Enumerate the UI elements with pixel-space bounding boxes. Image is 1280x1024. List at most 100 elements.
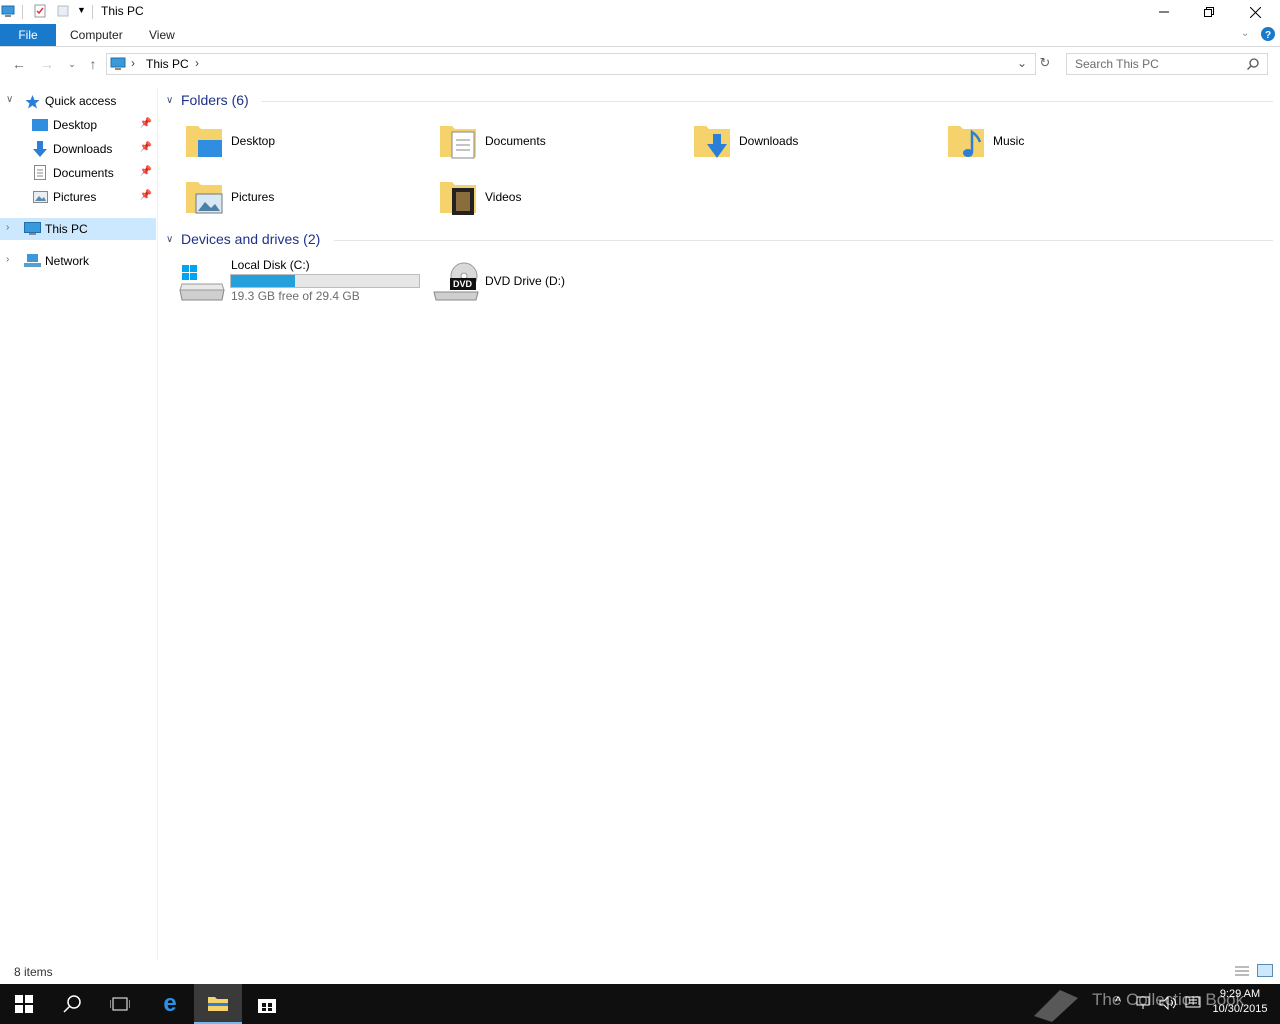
sidebar-item-this-pc[interactable]: › This PC	[0, 218, 156, 240]
svg-text:?: ?	[1265, 30, 1271, 41]
drive-free-space: 19.3 GB free of 29.4 GB	[231, 289, 360, 303]
folder-tile-desktop[interactable]: Desktop	[182, 118, 422, 166]
close-button[interactable]	[1232, 0, 1278, 24]
windows-logo-icon	[15, 995, 33, 1013]
hard-drive-icon	[179, 265, 225, 301]
details-view-icon[interactable]	[1234, 965, 1250, 977]
tab-view[interactable]: View	[149, 24, 175, 46]
customize-qat-icon[interactable]: ▼	[77, 5, 86, 15]
title-bar: ▼ This PC	[0, 0, 1280, 24]
breadcrumb-this-pc[interactable]: This PC	[146, 57, 189, 71]
new-folder-icon[interactable]	[56, 4, 70, 18]
show-hidden-icons-icon[interactable]: ^	[1115, 994, 1121, 1009]
folders-group-header[interactable]: Folders (6)	[181, 92, 249, 108]
download-arrow-icon	[33, 141, 47, 157]
refresh-button[interactable]: ↻	[1036, 55, 1054, 73]
clock[interactable]: 9:29 AM 10/30/2015	[1206, 987, 1274, 1017]
action-center-icon[interactable]	[1185, 996, 1201, 1010]
folder-tile-downloads[interactable]: Downloads	[690, 118, 930, 166]
edge-button[interactable]: e	[146, 984, 194, 1024]
collapsed-chevron-icon[interactable]: ›	[6, 254, 9, 265]
pin-icon: 📌	[139, 166, 152, 177]
dvd-badge: DVD	[453, 279, 473, 289]
search-button[interactable]	[48, 984, 96, 1024]
this-pc-icon	[24, 222, 41, 235]
back-arrow-icon: ←	[12, 56, 26, 72]
tab-computer[interactable]: Computer	[70, 24, 123, 46]
restore-button[interactable]	[1186, 0, 1232, 24]
back-button[interactable]: ←	[10, 55, 28, 73]
search-input[interactable]: Search This PC	[1066, 53, 1268, 75]
volume-icon[interactable]	[1159, 996, 1177, 1010]
sidebar-item-documents[interactable]: Documents 📌	[0, 162, 156, 184]
forward-button[interactable]: →	[38, 55, 56, 73]
disk-usage-bar	[230, 274, 420, 288]
folder-tile-documents[interactable]: Documents	[436, 118, 676, 166]
watermark-book-icon	[1034, 990, 1078, 1022]
folder-tile-videos[interactable]: Videos	[436, 174, 676, 222]
folder-label: Music	[993, 134, 1025, 148]
address-bar[interactable]: › This PC › ⌄	[106, 53, 1036, 75]
properties-icon[interactable]	[33, 4, 47, 18]
network-tray-icon[interactable]	[1135, 996, 1151, 1010]
disk-usage-fill	[231, 275, 295, 287]
collapse-group-icon[interactable]: ∨	[166, 95, 173, 106]
minimize-icon	[1159, 11, 1169, 13]
drives-group-header[interactable]: Devices and drives (2)	[181, 231, 320, 247]
sidebar-item-network[interactable]: › Network	[0, 250, 156, 272]
this-pc-icon	[1, 5, 15, 17]
expanded-chevron-icon[interactable]: ∨	[6, 94, 13, 105]
store-button[interactable]	[243, 984, 291, 1024]
expand-ribbon-icon[interactable]: ⌄	[1241, 28, 1249, 39]
folder-label: Downloads	[739, 134, 799, 148]
ribbon: File Computer View ⌄ ?	[0, 24, 1280, 47]
up-button[interactable]: ↑	[84, 55, 102, 73]
sidebar-label: Downloads	[53, 142, 113, 156]
music-folder-icon	[948, 126, 984, 157]
start-button[interactable]	[0, 984, 48, 1024]
sidebar-item-downloads[interactable]: Downloads 📌	[0, 138, 156, 160]
downloads-folder-icon	[694, 126, 730, 158]
task-view-button[interactable]	[96, 984, 144, 1024]
documents-icon	[34, 165, 46, 180]
folder-tile-pictures[interactable]: Pictures	[182, 174, 422, 222]
collapse-group-icon[interactable]: ∨	[166, 234, 173, 245]
forward-arrow-icon: →	[40, 56, 54, 72]
search-placeholder: Search This PC	[1075, 57, 1159, 71]
sidebar-label: This PC	[45, 222, 88, 236]
folder-label: Desktop	[231, 134, 276, 148]
breadcrumb-chevron-icon[interactable]: ›	[195, 56, 199, 70]
sidebar-label: Quick access	[45, 94, 117, 108]
desktop-icon	[32, 119, 48, 131]
sidebar-item-desktop[interactable]: Desktop 📌	[0, 114, 156, 136]
sidebar-item-pictures[interactable]: Pictures 📌	[0, 186, 156, 208]
tab-file[interactable]: File	[0, 24, 56, 46]
large-icons-view-icon[interactable]	[1257, 964, 1273, 978]
minimize-button[interactable]	[1141, 0, 1187, 24]
recent-locations-button[interactable]: ⌄	[63, 55, 81, 73]
restore-icon	[1204, 7, 1214, 17]
help-icon[interactable]: ?	[1261, 27, 1275, 41]
drive-tile-local-disk[interactable]: Local Disk (C:) 19.3 GB free of 29.4 GB	[176, 256, 426, 306]
network-icon	[24, 254, 41, 267]
pin-icon: 📌	[139, 142, 152, 153]
window-title: This PC	[101, 4, 144, 18]
file-explorer-button[interactable]	[194, 984, 242, 1024]
store-icon	[258, 999, 276, 1013]
address-dropdown-icon[interactable]: ⌄	[1017, 56, 1027, 70]
this-pc-icon	[110, 57, 126, 70]
collapsed-chevron-icon[interactable]: ›	[6, 222, 9, 233]
item-count: 8 items	[14, 965, 53, 979]
folder-tile-music[interactable]: Music	[944, 118, 1184, 166]
search-icon	[1247, 58, 1259, 70]
task-view-icon	[110, 997, 130, 1011]
taskbar: e The Collection Book ^ 9:29 AM 10/30/20…	[0, 984, 1280, 1024]
sidebar-item-quick-access[interactable]: ∨ Quick access	[0, 90, 156, 112]
folder-label: Videos	[485, 190, 522, 204]
drive-name: Local Disk (C:)	[231, 258, 310, 272]
breadcrumb-separator-icon[interactable]: ›	[131, 56, 135, 70]
folder-label: Documents	[485, 134, 546, 148]
refresh-icon: ↻	[1039, 55, 1051, 70]
drive-tile-dvd[interactable]: DVD DVD Drive (D:)	[430, 256, 680, 306]
status-bar: 8 items	[0, 962, 1280, 982]
